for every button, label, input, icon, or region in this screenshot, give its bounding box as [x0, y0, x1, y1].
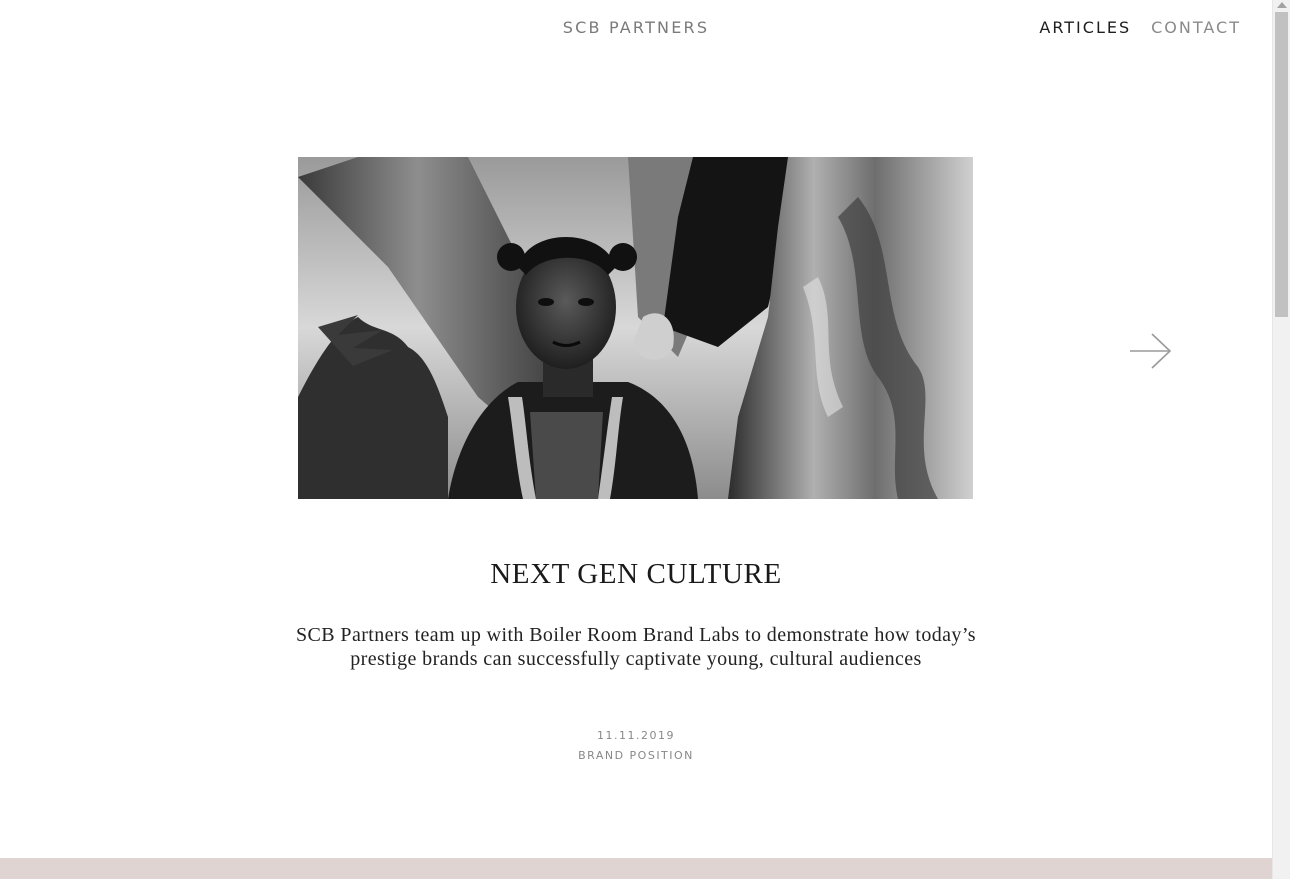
article-excerpt: SCB Partners team up with Boiler Room Br… [296, 624, 976, 670]
main-nav: ARTICLES CONTACT [1039, 18, 1241, 37]
article-hero-image[interactable] [298, 157, 973, 499]
article-category-link[interactable]: BRAND POSITION [0, 749, 1272, 762]
arrow-right-icon[interactable] [1128, 331, 1174, 371]
nav-contact-link[interactable]: CONTACT [1151, 18, 1241, 37]
article-date: 11.11.2019 [597, 729, 675, 742]
nav-articles-link[interactable]: ARTICLES [1039, 18, 1131, 37]
article-title[interactable]: NEXT GEN CULTURE [0, 558, 1272, 591]
scrollbar-thumb[interactable] [1275, 12, 1288, 317]
hero-photo [298, 157, 973, 499]
scroll-up-icon[interactable] [1277, 2, 1287, 8]
page: SCB PARTNERS ARTICLES CONTACT NEXT GEN C… [0, 0, 1272, 879]
next-section-band [0, 858, 1272, 879]
page-scrollbar[interactable] [1272, 0, 1290, 879]
